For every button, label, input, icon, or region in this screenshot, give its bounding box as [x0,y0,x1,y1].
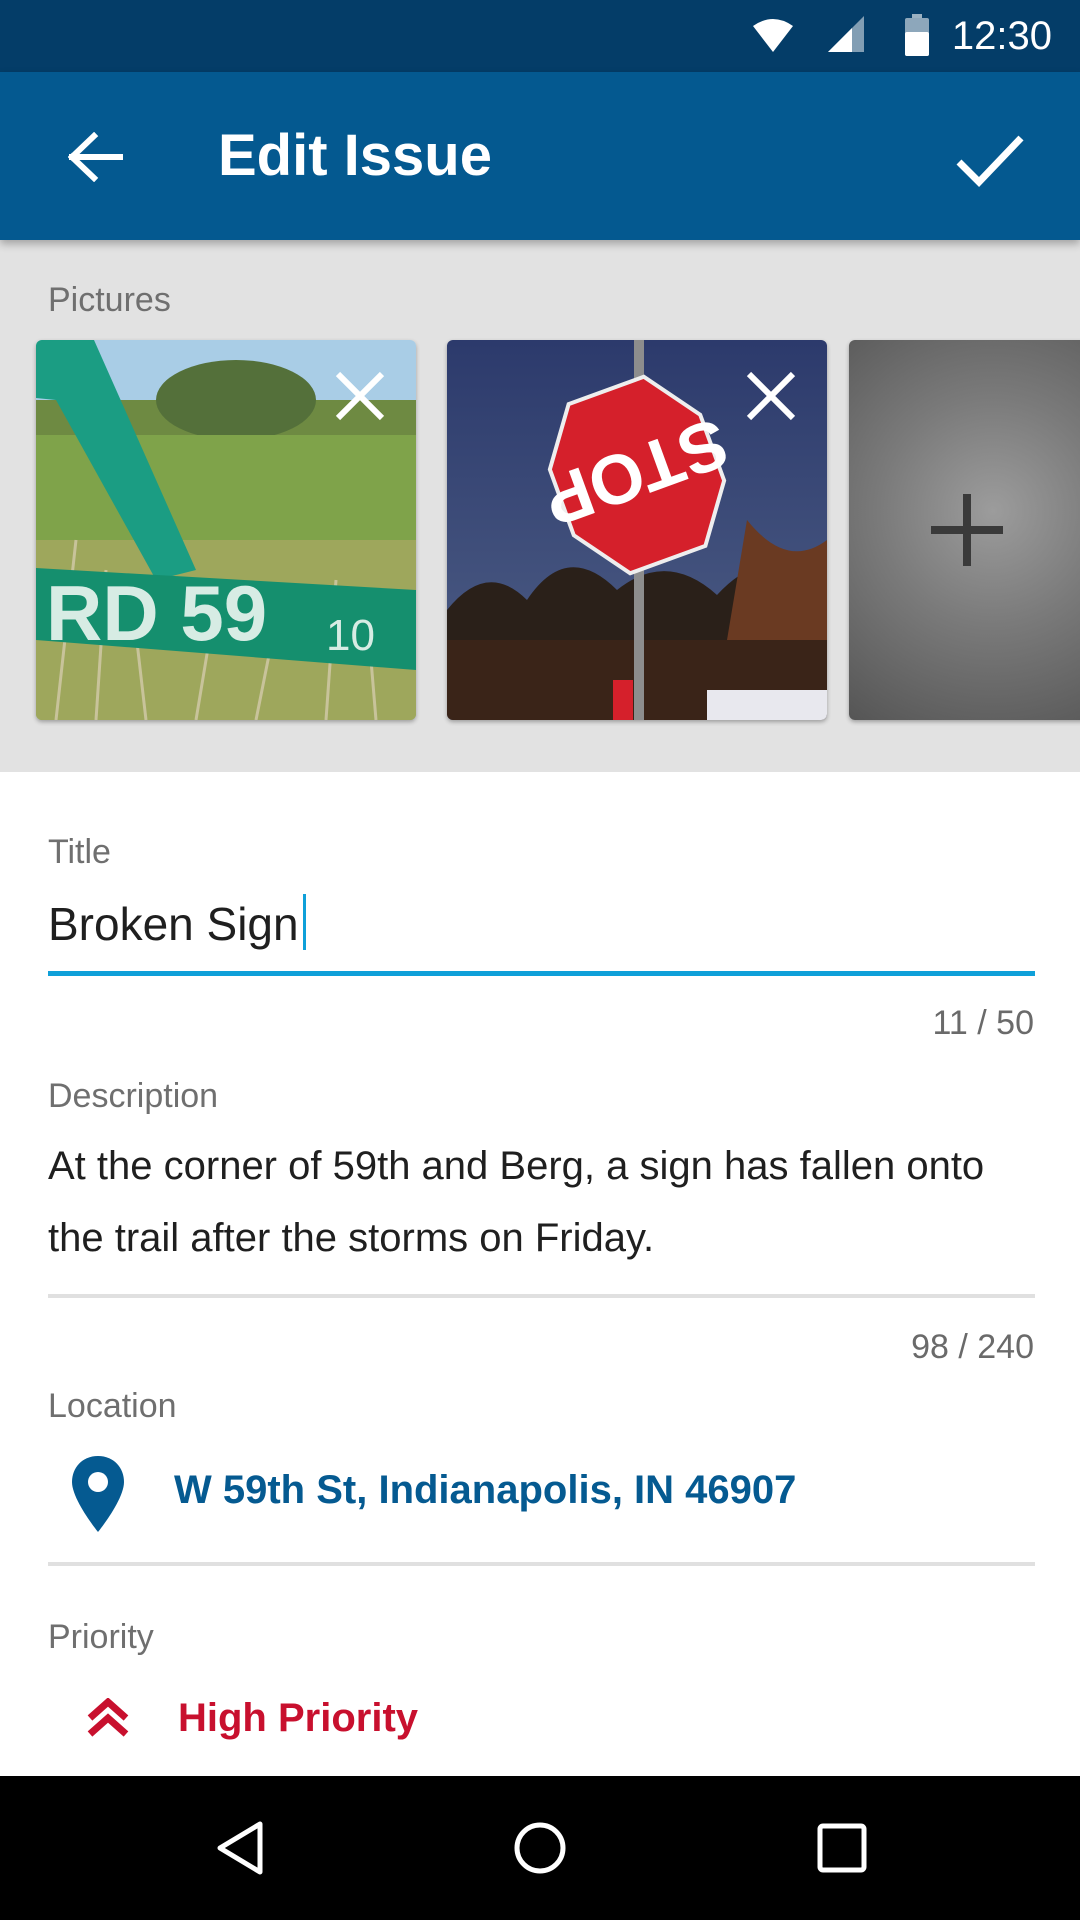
app-bar: Edit Issue [0,72,1080,240]
svg-text:RD 59: RD 59 [46,569,267,657]
navigation-bar [0,1776,1080,1920]
text-caret [302,894,306,950]
svg-text:10: 10 [326,611,375,660]
back-button[interactable] [56,122,136,192]
picture-thumbnail[interactable]: STOP [447,340,827,720]
title-label: Title [48,833,111,871]
description-label: Description [48,1077,219,1115]
description-input[interactable]: At the corner of 59th and Berg, a sign h… [48,1130,984,1274]
location-value: W 59th St, Indianapolis, IN 46907 [174,1468,797,1512]
back-triangle-icon[interactable] [210,1818,270,1878]
priority-value: High Priority [178,1696,419,1740]
double-chevron-up-icon [87,1698,129,1737]
recents-square-icon[interactable] [812,1818,872,1878]
description-line: the trail after the storms on Friday. [48,1216,655,1260]
title-character-counter: 11 / 50 [932,1004,1034,1042]
description-input-underline [48,1294,1035,1298]
status-bar: 12:30 [0,0,1080,72]
home-circle-icon[interactable] [510,1818,570,1878]
title-input[interactable]: Broken Sign [48,892,306,956]
signal-icon [828,16,864,52]
status-time: 12:30 [951,14,1052,58]
priority-label: Priority [48,1618,154,1656]
title-input-underline [48,971,1035,976]
description-character-counter: 98 / 240 [911,1328,1034,1366]
add-picture-button[interactable] [849,340,1080,720]
remove-picture-icon[interactable] [332,368,388,424]
picture-thumbnail[interactable]: RD 59 10 [36,340,416,720]
back-arrow-icon [68,132,123,182]
priority-selector[interactable]: High Priority [0,1694,1080,1742]
checkmark-icon [956,135,1024,188]
plus-icon [931,494,1003,566]
location-divider [48,1562,1035,1566]
description-line: At the corner of 59th and Berg, a sign h… [48,1144,985,1188]
remove-picture-icon[interactable] [743,368,799,424]
battery-icon [905,14,929,56]
title-input-value: Broken Sign [48,898,299,950]
location-label: Location [48,1387,177,1425]
page-title: Edit Issue [218,123,492,188]
location-selector[interactable]: W 59th St, Indianapolis, IN 46907 [0,1456,1080,1532]
wifi-icon [753,19,793,52]
pictures-section: Pictures RD 59 10 STOP [0,240,1080,772]
pictures-label: Pictures [48,281,171,319]
map-pin-icon [72,1456,124,1532]
save-button[interactable] [940,122,1040,198]
